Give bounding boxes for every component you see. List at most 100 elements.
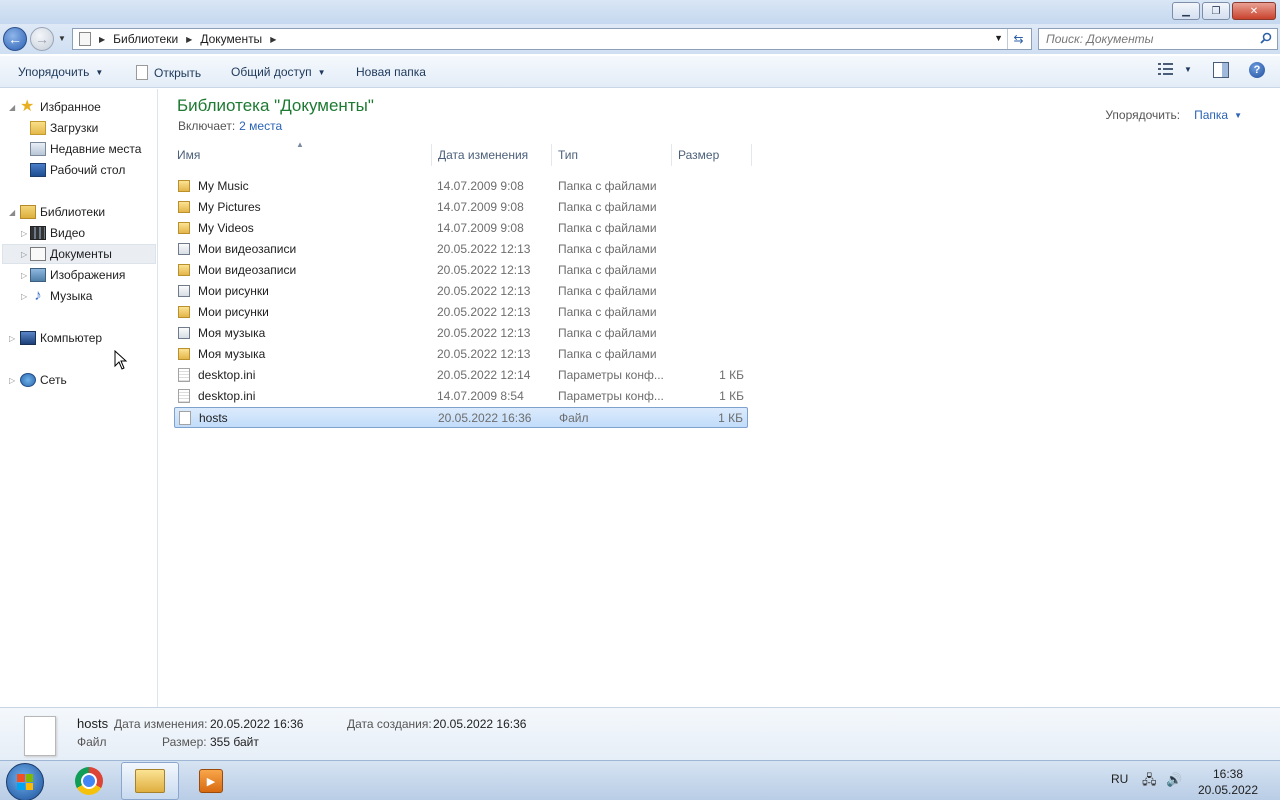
- nav-favorites-label: Избранное: [40, 100, 101, 114]
- library-title: Библиотека "Документы": [177, 96, 374, 115]
- file-row[interactable]: My Music 14.07.2009 9:08 Папка с файлами: [174, 176, 748, 197]
- network-tray-icon[interactable]: 🖧: [1142, 773, 1158, 787]
- expand-triangle-icon[interactable]: ▷: [21, 250, 27, 259]
- maximize-button[interactable]: ❐: [1202, 2, 1230, 20]
- file-type: Папка с файлами: [558, 200, 657, 214]
- taskbar-chrome[interactable]: [60, 762, 118, 800]
- start-button[interactable]: [6, 763, 44, 800]
- file-name: Моя музыка: [198, 326, 266, 340]
- nav-recent-places[interactable]: Недавние места: [30, 139, 141, 159]
- organize-button[interactable]: Упорядочить ▼: [18, 65, 103, 79]
- share-button[interactable]: Общий доступ ▼: [231, 65, 326, 79]
- file-name: Мои рисунки: [198, 305, 269, 319]
- forward-button[interactable]: →: [30, 27, 54, 51]
- file-row[interactable]: Мои видеозаписи 20.05.2022 12:13 Папка с ф…: [174, 260, 748, 281]
- nav-images[interactable]: Изображения: [30, 265, 125, 285]
- minimize-button[interactable]: ▁: [1172, 2, 1200, 20]
- file-date: 14.07.2009 9:08: [437, 179, 524, 193]
- system-clock[interactable]: 16:38 20.05.2022: [1196, 766, 1260, 798]
- command-bar: Упорядочить ▼ Открыть Общий доступ ▼ Новая…: [0, 56, 1280, 88]
- chevron-right-icon[interactable]: ▶: [99, 35, 105, 44]
- expand-triangle-icon[interactable]: ◢: [9, 208, 15, 217]
- downloads-folder-icon: [30, 121, 46, 135]
- close-button[interactable]: ✕: [1232, 2, 1276, 20]
- breadcrumb-libraries[interactable]: Библиотеки: [113, 32, 178, 46]
- file-date: 20.05.2022 12:13: [437, 347, 531, 361]
- chevron-down-icon[interactable]: ▼: [1234, 111, 1242, 120]
- search-input[interactable]: Поиск: Документы: [1038, 28, 1278, 50]
- file-row[interactable]: hosts 20.05.2022 16:36 Файл 1 КБ: [174, 407, 748, 428]
- file-row[interactable]: Мои видеозаписи 20.05.2022 12:13 Папка с ф…: [174, 239, 748, 260]
- details-file-type: Файл: [77, 735, 107, 749]
- address-dropdown-icon[interactable]: ▼: [994, 33, 1003, 43]
- file-row[interactable]: desktop.ini 14.07.2009 8:54 Параметры конф…: [174, 386, 748, 407]
- file-row[interactable]: Мои рисунки 20.05.2022 12:13 Папка с файла…: [174, 281, 748, 302]
- share-label: Общий доступ: [231, 65, 312, 79]
- breadcrumb-documents[interactable]: Документы: [200, 32, 262, 46]
- chevron-right-icon[interactable]: ▶: [186, 35, 192, 44]
- file-type: Файл: [559, 411, 589, 425]
- column-header-name[interactable]: Имя: [171, 144, 432, 166]
- details-pane: hosts Файл Дата изменения: 20.05.2022 16…: [0, 707, 1280, 760]
- back-button[interactable]: ←: [3, 27, 27, 51]
- column-header-size[interactable]: Размер: [672, 144, 752, 166]
- preview-pane-button[interactable]: [1213, 62, 1229, 78]
- nav-video[interactable]: Видео: [30, 223, 85, 243]
- explorer-folder-icon: [135, 769, 165, 793]
- refresh-icon[interactable]: ⇆: [1007, 29, 1029, 49]
- expand-triangle-icon[interactable]: ▷: [21, 229, 27, 238]
- address-row: ← → ▼ ▶ Библиотеки ▶ Документы ▶ ▼ ⇆ Пои…: [0, 24, 1280, 54]
- column-header-type[interactable]: Тип: [552, 144, 672, 166]
- nav-downloads[interactable]: Загрузки: [30, 118, 98, 138]
- language-indicator[interactable]: RU: [1111, 772, 1128, 786]
- expand-triangle-icon[interactable]: ▷: [9, 334, 15, 343]
- view-options-button[interactable]: ▼: [1158, 62, 1192, 76]
- file-row[interactable]: Мои рисунки 20.05.2022 12:13 Папка с файла…: [174, 302, 748, 323]
- chevron-right-icon[interactable]: ▶: [270, 35, 276, 44]
- new-folder-button[interactable]: Новая папка: [356, 65, 426, 79]
- file-name: Моя музыка: [198, 347, 266, 361]
- nav-network[interactable]: Сеть: [20, 370, 67, 390]
- expand-triangle-icon[interactable]: ▷: [9, 376, 15, 385]
- nav-desktop[interactable]: Рабочий стол: [30, 160, 125, 180]
- expand-triangle-icon[interactable]: ▷: [21, 271, 27, 280]
- address-bar[interactable]: ▶ Библиотеки ▶ Документы ▶ ▼ ⇆: [72, 28, 1032, 50]
- nav-desktop-label: Рабочий стол: [50, 163, 126, 177]
- file-row[interactable]: Моя музыка 20.05.2022 12:13 Папка с файлам…: [174, 323, 748, 344]
- file-name: My Videos: [198, 221, 254, 235]
- file-row[interactable]: Моя музыка 20.05.2022 12:13 Папка с файлам…: [174, 344, 748, 365]
- column-size-label: Размер: [678, 148, 720, 162]
- recent-pages-dropdown[interactable]: ▼: [58, 34, 66, 43]
- recent-places-icon: [30, 142, 46, 156]
- nav-favorites[interactable]: ★ Избранное: [20, 97, 101, 117]
- nav-images-label: Изображения: [50, 268, 126, 282]
- taskbar-explorer[interactable]: [121, 762, 179, 800]
- nav-computer[interactable]: Компьютер: [20, 328, 102, 348]
- chevron-down-icon: ▼: [1184, 64, 1192, 74]
- organize-label: Упорядочить: [18, 65, 90, 79]
- pictures-library-icon: [30, 268, 46, 282]
- expand-triangle-icon[interactable]: ◢: [9, 103, 15, 112]
- help-button[interactable]: ?: [1249, 62, 1265, 78]
- nav-libraries[interactable]: Библиотеки: [20, 202, 105, 222]
- nav-documents[interactable]: ▷ Документы: [2, 244, 156, 264]
- volume-icon[interactable]: 🔊: [1166, 773, 1182, 787]
- includes-locations-link[interactable]: 2 места: [239, 119, 282, 133]
- file-type: Папка с файлами: [558, 326, 657, 340]
- file-row[interactable]: My Videos 14.07.2009 9:08 Папка с файлами: [174, 218, 748, 239]
- file-row[interactable]: My Pictures 14.07.2009 9:08 Папка с файлам…: [174, 197, 748, 218]
- open-button[interactable]: Открыть: [136, 65, 201, 80]
- file-type: Папка с файлами: [558, 242, 657, 256]
- file-type: Папка с файлами: [558, 305, 657, 319]
- arrange-value-button[interactable]: Папка: [1194, 108, 1228, 122]
- folder-lock-icon: [178, 222, 190, 234]
- search-icon[interactable]: [1260, 32, 1272, 44]
- nav-music[interactable]: ♪ Музыка: [30, 286, 92, 306]
- expand-triangle-icon[interactable]: ▷: [21, 292, 27, 301]
- file-type: Папка с файлами: [558, 284, 657, 298]
- taskbar-media-player[interactable]: ▶: [182, 762, 240, 800]
- chevron-down-icon: ▼: [317, 67, 326, 77]
- details-file-name: hosts: [77, 716, 109, 731]
- file-row[interactable]: desktop.ini 20.05.2022 12:14 Параметры кон…: [174, 365, 748, 386]
- column-header-date[interactable]: Дата изменения: [432, 144, 552, 166]
